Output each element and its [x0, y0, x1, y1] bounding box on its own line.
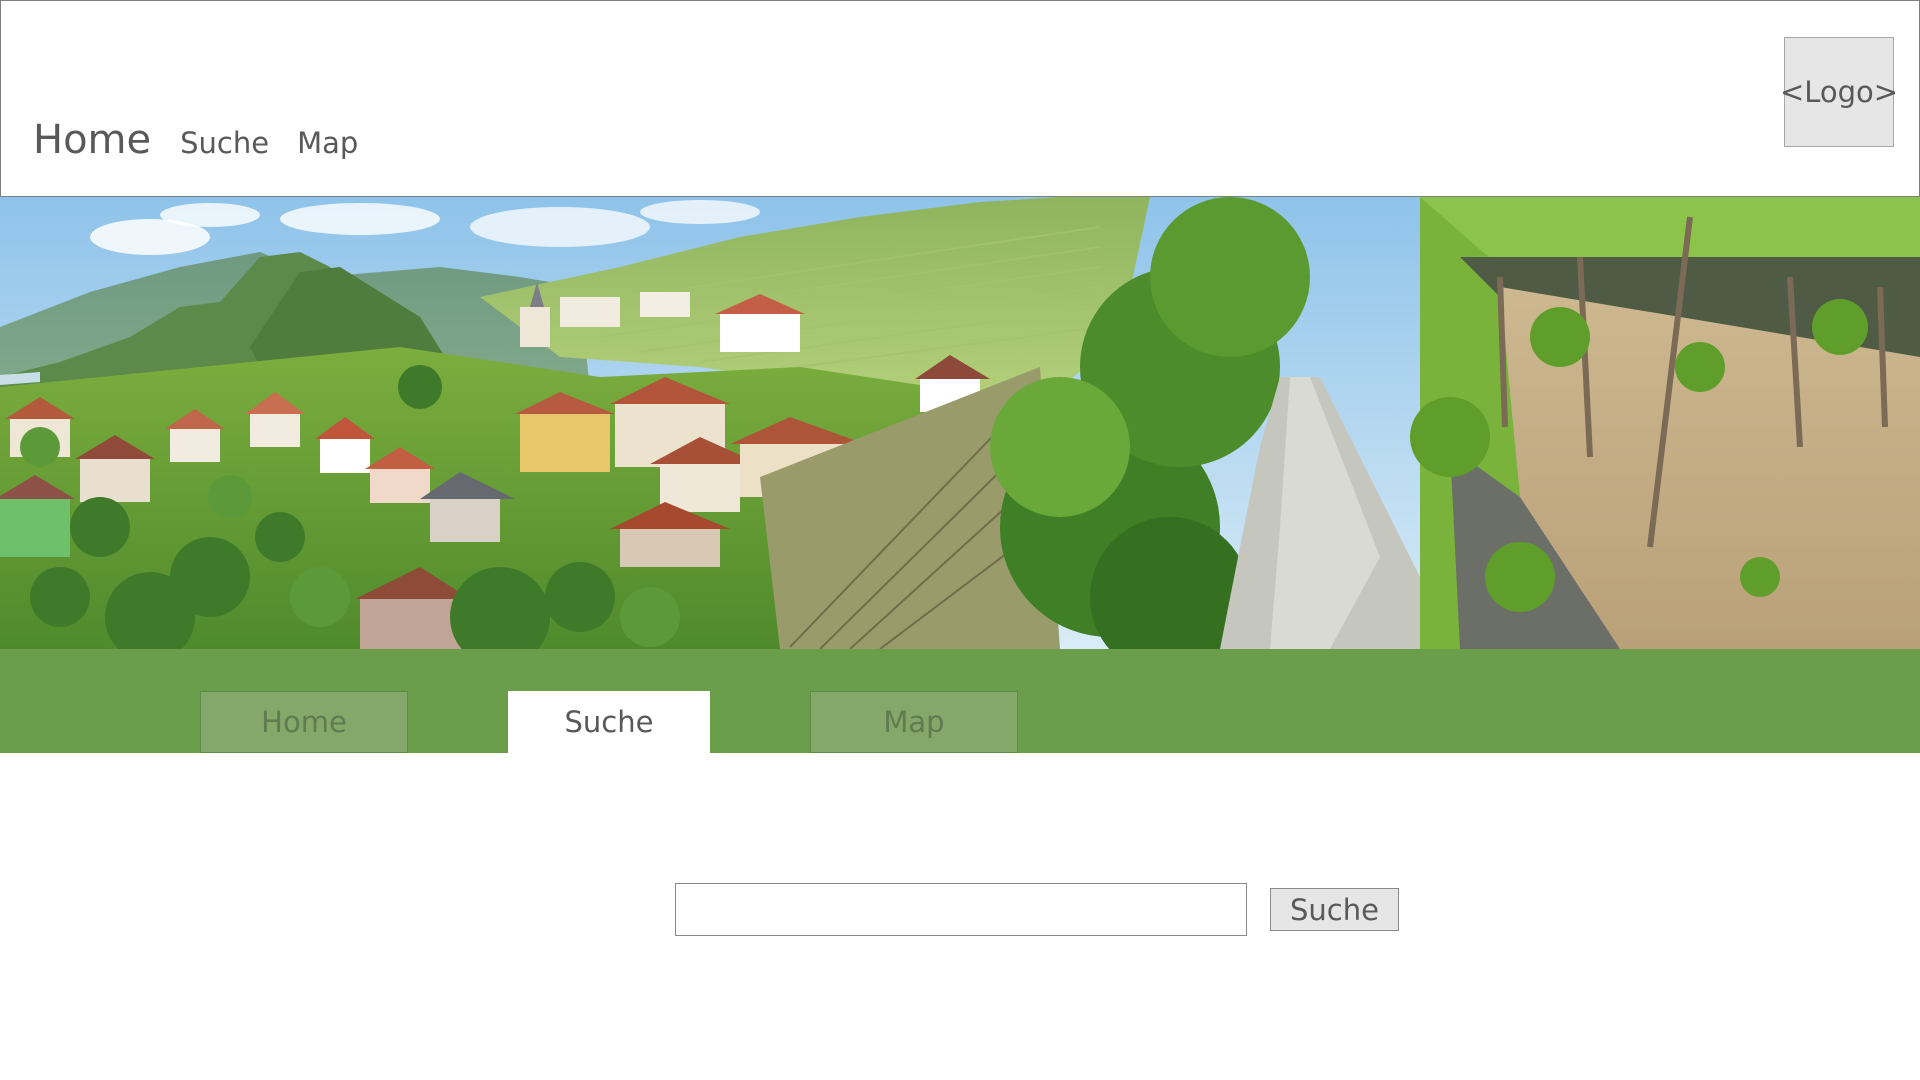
search-input[interactable] [675, 883, 1247, 936]
tab-bar: Home Suche Map [0, 649, 1920, 753]
search-button[interactable]: Suche [1270, 888, 1399, 931]
page-header: Home Suche Map <Logo> [0, 0, 1920, 197]
logo-placeholder[interactable]: <Logo> [1780, 37, 1898, 147]
top-navigation: Home Suche Map [33, 117, 386, 163]
top-nav-map-link[interactable]: Map [297, 126, 358, 160]
top-nav-suche-link[interactable]: Suche [180, 126, 269, 160]
hero-landscape-image [0, 197, 1920, 649]
tab-home[interactable]: Home [200, 691, 408, 753]
tab-map[interactable]: Map [810, 691, 1018, 753]
top-nav-home-link[interactable]: Home [33, 117, 151, 163]
tab-suche[interactable]: Suche [508, 691, 710, 753]
